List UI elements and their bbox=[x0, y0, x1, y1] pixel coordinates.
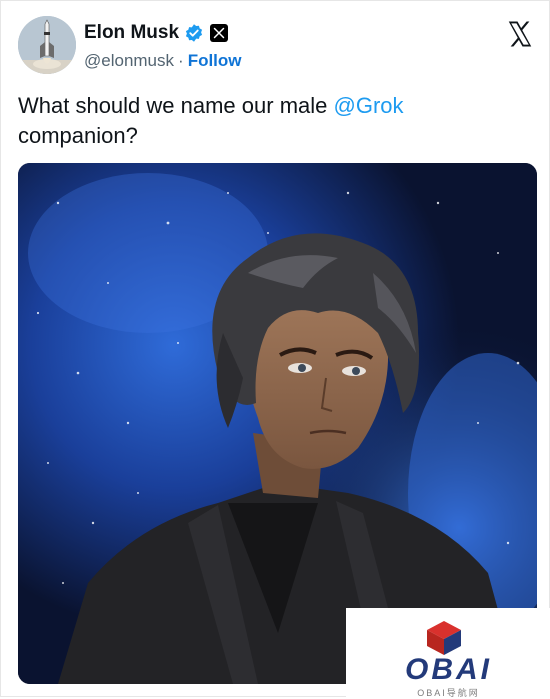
mention-link[interactable]: @Grok bbox=[334, 93, 404, 118]
separator-dot: · bbox=[178, 51, 184, 70]
follow-button[interactable]: Follow bbox=[188, 51, 242, 70]
obai-cube-logo-icon bbox=[427, 621, 461, 655]
tweet-card: Elon Musk @elonmusk · Follow What should w… bbox=[0, 0, 550, 698]
watermark-subtitle: OBAI导航网 bbox=[417, 688, 480, 698]
x-affiliate-icon bbox=[210, 24, 229, 42]
author-handle[interactable]: @elonmusk bbox=[84, 51, 174, 70]
tweet-text: What should we name our male @Grok compa… bbox=[18, 91, 528, 151]
rocket-launch-avatar-icon bbox=[18, 16, 76, 74]
author-handle-row: @elonmusk · Follow bbox=[84, 51, 242, 71]
x-logo-icon[interactable] bbox=[505, 19, 535, 49]
watermark-brand: OBAI bbox=[405, 653, 492, 686]
watermark: OBAI OBAI导航网 bbox=[346, 608, 550, 698]
author-name[interactable]: Elon Musk bbox=[84, 22, 179, 44]
avatar[interactable] bbox=[18, 16, 76, 74]
anime-man-portrait-icon bbox=[18, 163, 537, 684]
verified-badge-icon bbox=[184, 23, 204, 43]
author-name-row: Elon Musk bbox=[84, 21, 229, 45]
tweet-image[interactable] bbox=[18, 163, 537, 684]
tweet-text-start: What should we name our male bbox=[18, 93, 334, 118]
tweet-text-end: companion? bbox=[18, 123, 138, 148]
